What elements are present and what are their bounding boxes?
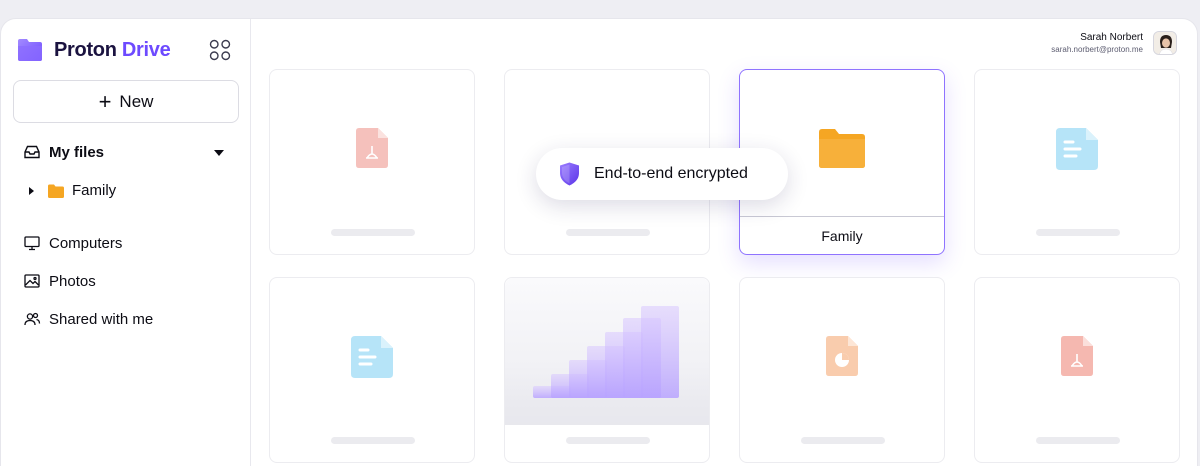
file-name-placeholder [331,229,415,236]
folder-icon [819,129,865,168]
file-name-placeholder [801,437,885,444]
encryption-badge: End-to-end encrypted [536,148,788,200]
sidebar-item-label: Computers [49,234,123,252]
sidebar-item-shared[interactable]: Shared with me [23,310,153,328]
users-icon [24,312,41,326]
user-email: sarah.norbert@proton.me [1051,45,1143,54]
photo-thumbnail [505,278,709,425]
sidebar-item-label: Photos [49,272,96,290]
sidebar-item-label: Shared with me [49,310,154,328]
brand-name-part1: Proton [54,38,117,61]
user-name: Sarah Norbert [1080,32,1143,43]
chart-file-icon [826,336,858,376]
brand-name: Proton Drive [54,38,171,62]
document-file-icon [351,336,393,378]
pdf-file-icon [356,128,388,168]
sidebar-item-family[interactable]: Family [29,182,116,199]
sidebar-item-label: My files [49,143,105,161]
chevron-down-icon[interactable] [214,150,224,156]
file-card-photo[interactable] [504,277,710,463]
app-window: Proton Drive + New My files Family Compu… [0,18,1198,466]
sidebar-item-photos[interactable]: Photos [23,272,96,290]
sidebar: Proton Drive + New My files Family Compu… [1,19,251,466]
file-card-doc[interactable] [974,69,1180,255]
shield-icon [560,162,579,186]
file-name-placeholder [1036,437,1120,444]
sidebar-item-label: Family [72,182,117,199]
apps-grid-icon[interactable] [209,39,231,61]
user-menu[interactable]: Sarah Norbert sarah.norbert@proton.me [1051,31,1177,55]
pdf-file-icon [1061,336,1093,376]
folder-icon [48,184,64,198]
sidebar-item-my-files[interactable]: My files [23,143,104,161]
file-name-placeholder [1036,229,1120,236]
card-divider [740,216,944,217]
image-icon [24,274,40,288]
avatar-portrait-icon [1154,32,1176,54]
brand: Proton Drive [16,37,171,63]
user-info: Sarah Norbert sarah.norbert@proton.me [1051,32,1143,54]
inbox-icon [24,145,40,159]
file-name-placeholder [331,437,415,444]
document-file-icon [1056,128,1098,170]
monitor-icon [24,236,40,251]
folder-name: Family [821,228,863,244]
chevron-right-icon[interactable] [29,186,34,195]
brand-name-part2: Drive [121,38,171,61]
file-card-doc[interactable] [269,277,475,463]
avatar[interactable] [1153,31,1177,55]
new-button[interactable]: + New [13,80,239,123]
file-card-pdf[interactable] [269,69,475,255]
new-button-label: New [119,91,154,111]
plus-icon: + [98,88,112,114]
file-card-pdf[interactable] [974,277,1180,463]
file-name-placeholder [566,437,650,444]
file-name-placeholder [566,229,650,236]
sidebar-item-computers[interactable]: Computers [23,234,122,252]
file-card-presentation[interactable] [739,277,945,463]
proton-drive-logo-icon [18,39,42,61]
encryption-badge-text: End-to-end encrypted [594,165,748,182]
